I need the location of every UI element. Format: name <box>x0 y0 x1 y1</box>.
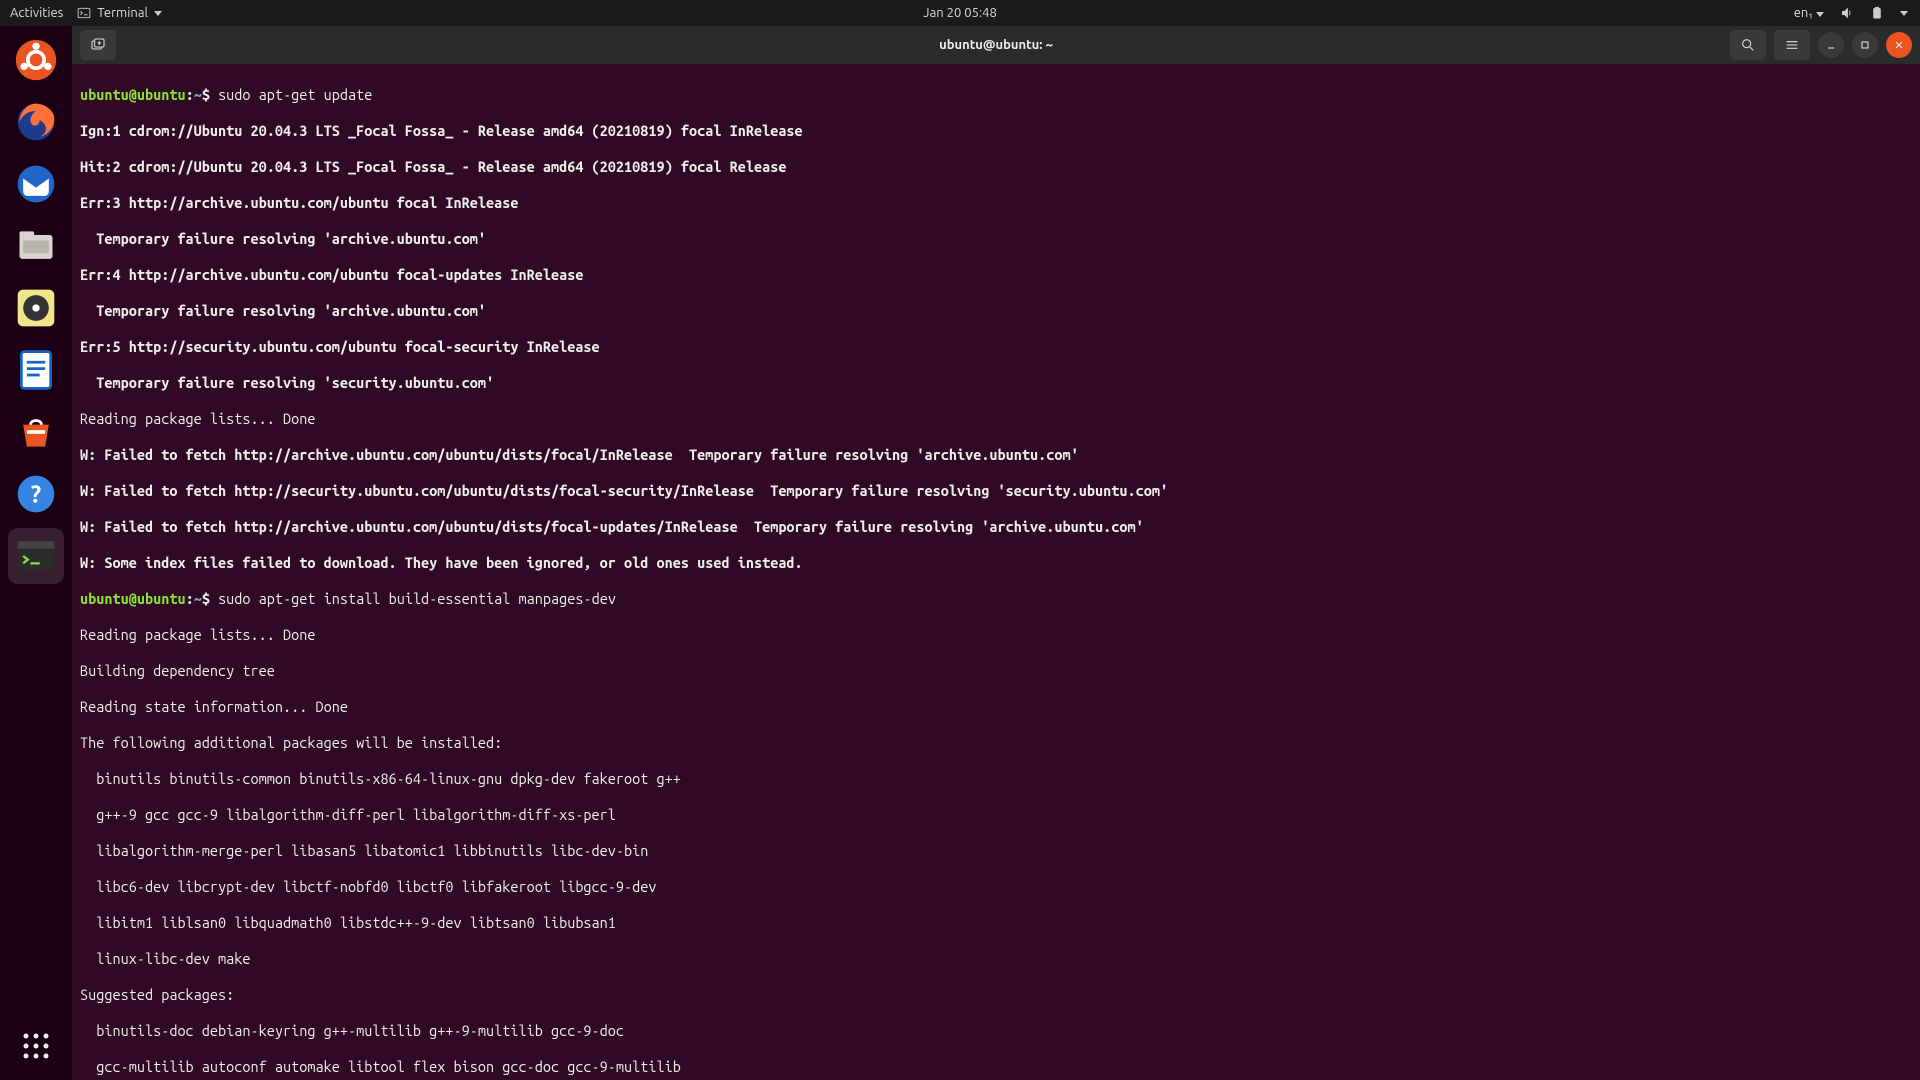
menu-button[interactable] <box>1774 30 1810 60</box>
hamburger-icon <box>1784 37 1800 53</box>
terminal-line: Suggested packages: <box>80 986 1912 1004</box>
show-applications-button[interactable] <box>8 1018 64 1074</box>
terminal-line: linux-libc-dev make <box>80 950 1912 968</box>
terminal-line: Temporary failure resolving 'security.ub… <box>80 374 1912 392</box>
terminal-line: W: Failed to fetch http://archive.ubuntu… <box>80 446 1912 464</box>
terminal-line: Reading state information... Done <box>80 698 1912 716</box>
terminal-icon <box>77 6 91 20</box>
apps-grid-icon <box>21 1031 51 1061</box>
terminal-line: Err:3 http://archive.ubuntu.com/ubuntu f… <box>80 194 1912 212</box>
terminal-line: W: Some index files failed to download. … <box>80 554 1912 572</box>
window-title: ubuntu@ubuntu: ~ <box>939 38 1053 52</box>
rhythmbox-icon <box>14 286 58 330</box>
terminal-line: ubuntu@ubuntu:~$ sudo apt-get install bu… <box>80 590 1912 608</box>
volume-icon[interactable] <box>1840 6 1854 20</box>
ubuntu-software-icon <box>14 410 58 454</box>
battery-icon[interactable] <box>1870 6 1884 20</box>
terminal-line: W: Failed to fetch http://security.ubunt… <box>80 482 1912 500</box>
gnome-topbar: Activities Terminal Jan 20 05:48 en₁ <box>0 0 1920 26</box>
terminal-line: g++-9 gcc gcc-9 libalgorithm-diff-perl l… <box>80 806 1912 824</box>
dock-item-help[interactable]: ? <box>8 466 64 522</box>
activities-button[interactable]: Activities <box>10 6 63 20</box>
dock-item-firefox[interactable] <box>8 94 64 150</box>
terminal-line: Reading package lists... Done <box>80 626 1912 644</box>
ubuntu-logo-icon <box>14 38 58 82</box>
dock-item-terminal[interactable] <box>8 528 64 584</box>
dock-item-files[interactable] <box>8 218 64 274</box>
files-icon <box>14 224 58 268</box>
firefox-icon <box>14 100 58 144</box>
search-icon <box>1740 37 1756 53</box>
clock[interactable]: Jan 20 05:48 <box>923 6 997 20</box>
terminal-line: binutils binutils-common binutils-x86-64… <box>80 770 1912 788</box>
terminal-icon <box>14 534 58 578</box>
dock: ? <box>0 26 72 1080</box>
dock-item-thunderbird[interactable] <box>8 156 64 212</box>
terminal-line: Err:5 http://security.ubuntu.com/ubuntu … <box>80 338 1912 356</box>
dock-item-ubuntu[interactable] <box>8 32 64 88</box>
terminal-line: Ign:1 cdrom://Ubuntu 20.04.3 LTS _Focal … <box>80 122 1912 140</box>
close-icon <box>1893 39 1905 51</box>
dock-item-software[interactable] <box>8 404 64 460</box>
terminal-line: binutils-doc debian-keyring g++-multilib… <box>80 1022 1912 1040</box>
help-icon: ? <box>14 472 58 516</box>
app-menu-label: Terminal <box>97 6 148 20</box>
terminal-line: Temporary failure resolving 'archive.ubu… <box>80 230 1912 248</box>
dock-item-rhythmbox[interactable] <box>8 280 64 336</box>
terminal-line: The following additional packages will b… <box>80 734 1912 752</box>
terminal-line: Temporary failure resolving 'archive.ubu… <box>80 302 1912 320</box>
terminal-line: W: Failed to fetch http://archive.ubuntu… <box>80 518 1912 536</box>
terminal-line: Building dependency tree <box>80 662 1912 680</box>
terminal-line: libc6-dev libcrypt-dev libctf-nobfd0 lib… <box>80 878 1912 896</box>
minimize-button[interactable] <box>1818 32 1844 58</box>
app-menu[interactable]: Terminal <box>77 6 162 20</box>
input-source-indicator[interactable]: en₁ <box>1794 6 1824 20</box>
svg-text:?: ? <box>31 480 41 507</box>
minimize-icon <box>1825 39 1837 51</box>
terminal-line: libalgorithm-merge-perl libasan5 libatom… <box>80 842 1912 860</box>
window-headerbar: ubuntu@ubuntu: ~ <box>72 26 1920 64</box>
close-button[interactable] <box>1886 32 1912 58</box>
libreoffice-writer-icon <box>14 348 58 392</box>
terminal-line: libitm1 liblsan0 libquadmath0 libstdc++-… <box>80 914 1912 932</box>
maximize-icon <box>1859 39 1871 51</box>
terminal-line: ubuntu@ubuntu:~$ sudo apt-get update <box>80 86 1912 104</box>
chevron-down-icon <box>154 11 162 16</box>
dock-item-writer[interactable] <box>8 342 64 398</box>
new-tab-icon <box>90 37 106 53</box>
new-tab-button[interactable] <box>80 30 116 60</box>
thunderbird-icon <box>14 162 58 206</box>
terminal-line: gcc-multilib autoconf automake libtool f… <box>80 1058 1912 1076</box>
terminal-line: Hit:2 cdrom://Ubuntu 20.04.3 LTS _Focal … <box>80 158 1912 176</box>
chevron-down-icon[interactable] <box>1900 11 1908 16</box>
maximize-button[interactable] <box>1852 32 1878 58</box>
terminal-viewport[interactable]: ubuntu@ubuntu:~$ sudo apt-get update Ign… <box>72 64 1920 1080</box>
search-button[interactable] <box>1730 30 1766 60</box>
chevron-down-icon <box>1816 12 1824 17</box>
terminal-line: Err:4 http://archive.ubuntu.com/ubuntu f… <box>80 266 1912 284</box>
terminal-line: Reading package lists... Done <box>80 410 1912 428</box>
